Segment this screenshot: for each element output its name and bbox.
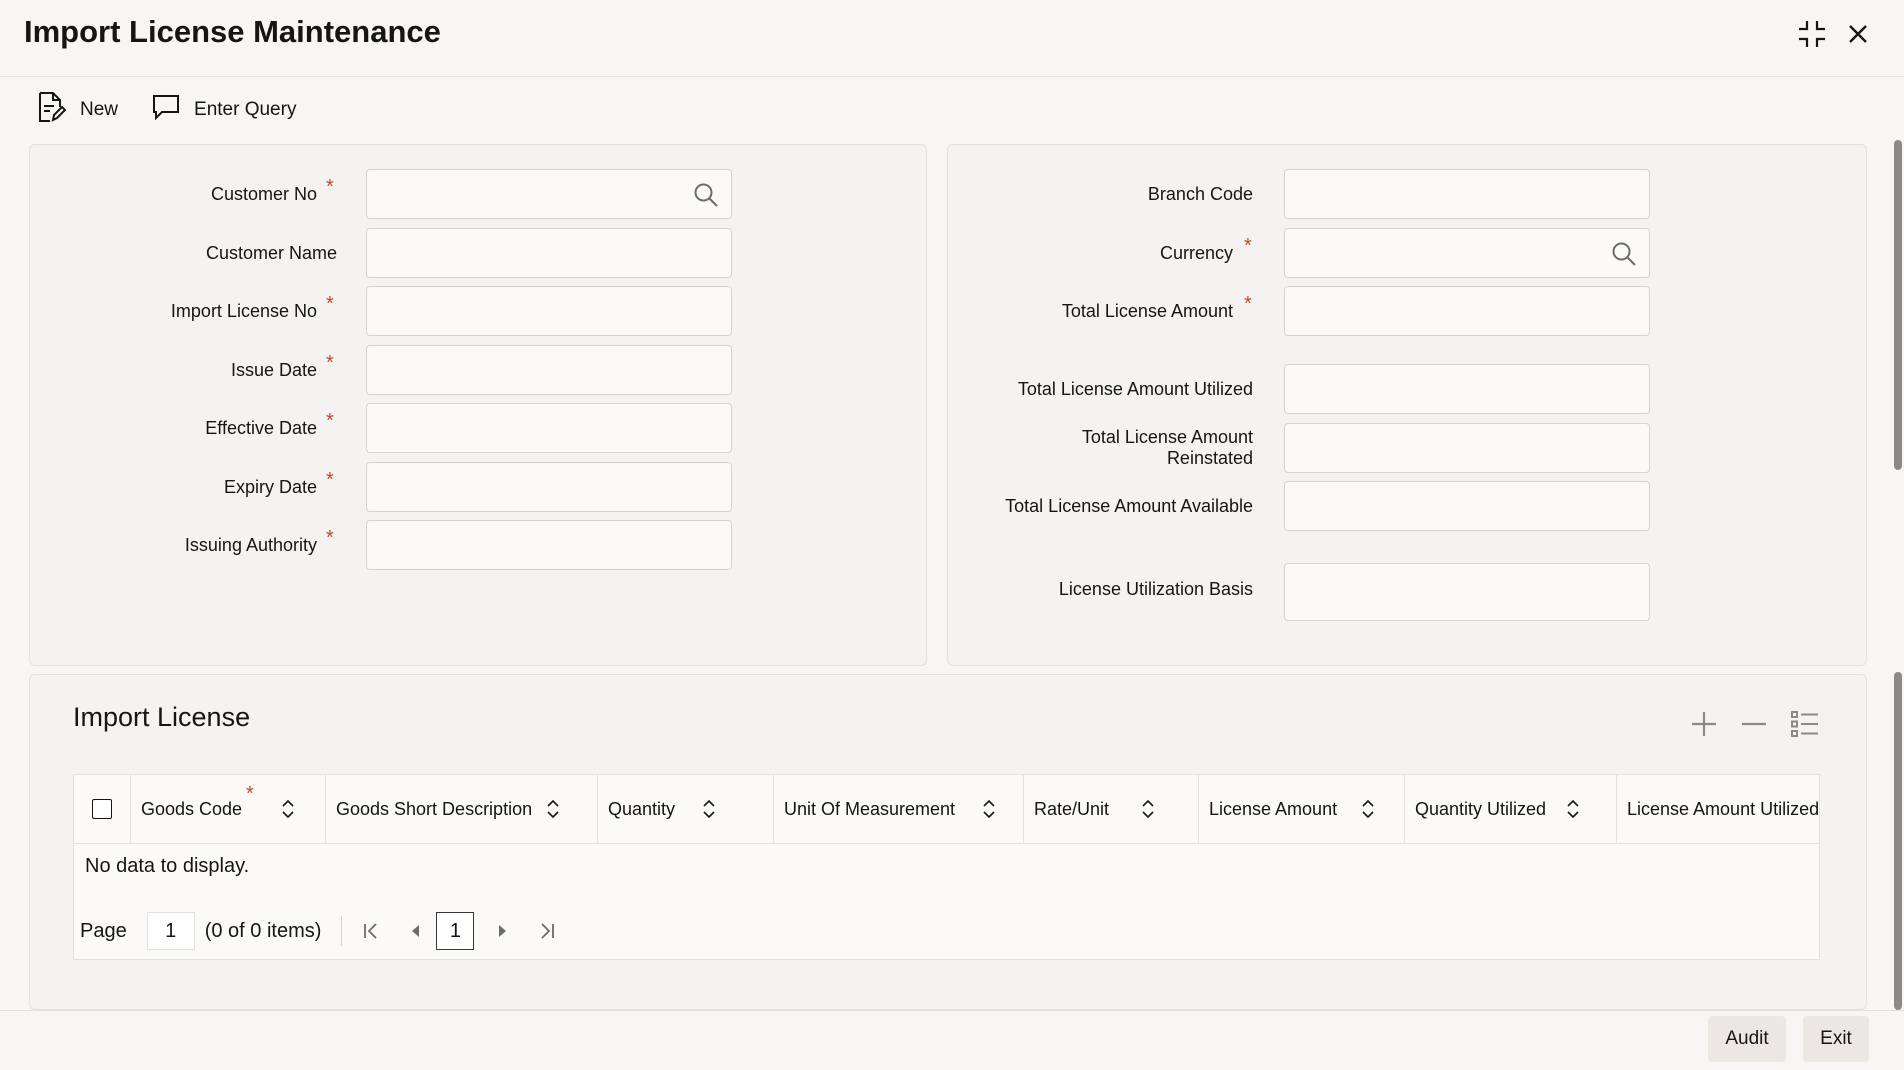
select-all-checkbox[interactable]: [92, 799, 112, 819]
column-rate-unit[interactable]: Rate/Unit: [1024, 775, 1199, 843]
column-unit-of-measurement[interactable]: Unit Of Measurement: [774, 775, 1024, 843]
sort-icon[interactable]: [1566, 799, 1580, 824]
import-license-no-input[interactable]: [366, 286, 732, 336]
required-mark: *: [326, 352, 334, 374]
column-license-amount[interactable]: License Amount: [1199, 775, 1405, 843]
required-mark: *: [1244, 235, 1252, 257]
toolbar: New Enter Query: [36, 90, 296, 130]
page-number-input[interactable]: 1: [146, 912, 195, 950]
issue-date-label: Issue Date: [230, 360, 317, 380]
required-mark: *: [1244, 293, 1252, 315]
column-license-amount-utilized[interactable]: License Amount Utilized: [1617, 775, 1820, 843]
required-mark: *: [326, 176, 334, 198]
exit-button[interactable]: Exit: [1803, 1016, 1869, 1062]
previous-page-icon[interactable]: [400, 912, 430, 950]
import-license-table: Goods Code * Goods Short Description Qua…: [73, 774, 1820, 960]
search-icon[interactable]: [1611, 241, 1637, 272]
effective-date-input[interactable]: [366, 403, 732, 453]
title-bar: Import License Maintenance: [0, 0, 1904, 77]
branch-code-input[interactable]: [1284, 169, 1650, 219]
page-label: Page: [80, 919, 127, 942]
total-license-amount-available-input[interactable]: [1284, 481, 1650, 531]
required-mark: *: [326, 527, 334, 549]
new-button[interactable]: New: [36, 91, 118, 129]
column-label: Quantity: [608, 798, 676, 819]
next-page-icon[interactable]: [488, 912, 518, 950]
total-license-amount-reinstated-input[interactable]: [1284, 423, 1650, 473]
customer-no-label: Customer No: [210, 184, 317, 204]
items-count: (0 of 0 items): [204, 919, 322, 942]
license-utilization-basis-input[interactable]: [1284, 563, 1650, 621]
sort-icon[interactable]: [982, 799, 996, 824]
customer-name-label: Customer Name: [205, 243, 337, 263]
column-label: Goods Code: [141, 798, 243, 819]
collapse-icon[interactable]: [1794, 16, 1830, 52]
currency-input[interactable]: [1284, 228, 1650, 278]
table-header: Goods Code * Goods Short Description Qua…: [74, 775, 1819, 844]
effective-date-label: Effective Date: [205, 418, 317, 438]
column-label: Quantity Utilized: [1415, 798, 1547, 819]
add-row-icon[interactable]: [1690, 710, 1718, 743]
page-title: Import License Maintenance: [24, 14, 441, 49]
sort-icon[interactable]: [546, 799, 560, 824]
required-mark: *: [326, 469, 334, 491]
column-label: Rate/Unit: [1034, 798, 1110, 819]
customer-name-input[interactable]: [366, 228, 732, 278]
total-license-amount-available-label: Total License Amount Available: [1005, 496, 1253, 516]
search-icon[interactable]: [693, 182, 719, 213]
single-view-list-icon[interactable]: [1790, 710, 1820, 743]
total-license-amount-label: Total License Amount: [1061, 301, 1233, 321]
column-label: Goods Short Description: [336, 798, 533, 819]
grid-tools: [1690, 710, 1820, 743]
audit-button[interactable]: Audit: [1708, 1016, 1786, 1062]
expiry-date-label: Expiry Date: [223, 477, 317, 497]
first-page-icon[interactable]: [356, 912, 386, 950]
new-label: New: [80, 99, 119, 120]
current-page-button[interactable]: 1: [436, 912, 475, 950]
column-label: License Amount: [1209, 798, 1338, 819]
select-all-cell: [74, 775, 131, 843]
delete-row-icon[interactable]: [1740, 710, 1768, 743]
chat-query-icon: [152, 94, 180, 126]
column-goods-short-description[interactable]: Goods Short Description: [326, 775, 598, 843]
enter-query-button[interactable]: Enter Query: [152, 94, 296, 126]
total-license-amount-input[interactable]: [1284, 286, 1650, 336]
required-mark: *: [326, 293, 334, 315]
enter-query-label: Enter Query: [194, 99, 297, 120]
import-license-no-label: Import License No: [170, 301, 317, 321]
last-page-icon[interactable]: [532, 912, 562, 950]
no-data-message: No data to display.: [85, 855, 250, 877]
sort-icon[interactable]: [1141, 799, 1155, 824]
new-document-icon: [36, 91, 67, 129]
total-license-amount-reinstated-label: Total License Amount Reinstated: [1081, 427, 1253, 468]
sort-icon[interactable]: [281, 799, 295, 824]
column-quantity[interactable]: Quantity: [598, 775, 774, 843]
required-mark: *: [246, 783, 254, 805]
column-goods-code[interactable]: Goods Code *: [131, 775, 326, 843]
customer-no-input[interactable]: [366, 169, 732, 219]
column-label: License Amount Utilized: [1627, 798, 1820, 819]
issuing-authority-input[interactable]: [366, 520, 732, 570]
currency-label: Currency: [1159, 243, 1233, 263]
pagination: Page 1 (0 of 0 items) 1: [80, 911, 562, 951]
license-utilization-basis-label: License Utilization Basis: [1058, 579, 1253, 599]
column-label: Unit Of Measurement: [784, 798, 956, 819]
footer-divider: [0, 1010, 1904, 1011]
issuing-authority-label: Issuing Authority: [184, 535, 317, 555]
required-mark: *: [326, 410, 334, 432]
sort-icon[interactable]: [1361, 799, 1375, 824]
sort-icon[interactable]: [702, 799, 716, 824]
total-license-amount-utilized-label: Total License Amount Utilized: [1017, 379, 1253, 399]
issue-date-input[interactable]: [366, 345, 732, 395]
branch-code-label: Branch Code: [1147, 184, 1253, 204]
import-license-title: Import License: [73, 702, 251, 732]
close-icon[interactable]: [1840, 16, 1876, 52]
column-quantity-utilized[interactable]: Quantity Utilized: [1405, 775, 1617, 843]
scrollbar-thumb-lower[interactable]: [1894, 672, 1902, 1010]
expiry-date-input[interactable]: [366, 462, 732, 512]
import-license-window: Import License Maintenance New Enter Que…: [0, 0, 1904, 1070]
scrollbar-thumb[interactable]: [1894, 140, 1902, 470]
total-license-amount-utilized-input[interactable]: [1284, 364, 1650, 414]
